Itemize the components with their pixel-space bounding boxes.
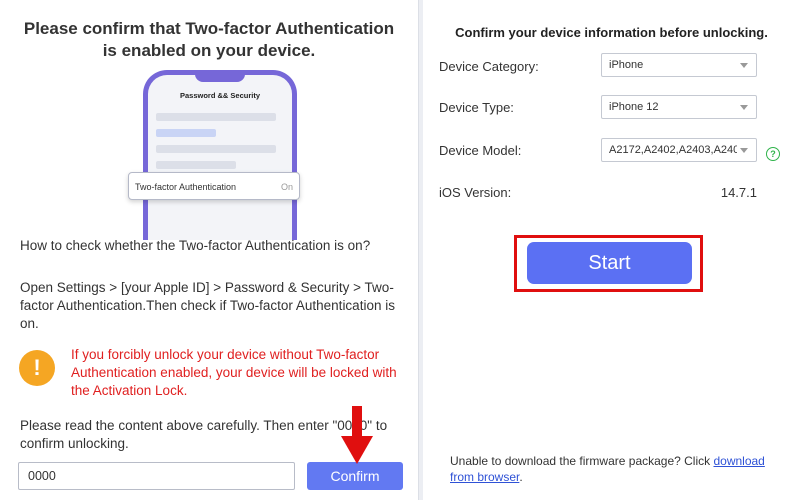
device-category-value: iPhone bbox=[609, 59, 644, 71]
device-model-select[interactable]: A2172,A2402,A2403,A2404 bbox=[601, 138, 757, 162]
instructions-text: Open Settings > [your Apple ID] > Passwo… bbox=[20, 280, 395, 331]
phone-row bbox=[156, 161, 236, 169]
device-info-panel: Confirm your device information before u… bbox=[423, 0, 800, 500]
chevron-down-icon bbox=[740, 105, 748, 110]
phone-notch bbox=[195, 75, 245, 82]
device-model-label: Device Model: bbox=[439, 143, 522, 158]
device-info-title: Confirm your device information before u… bbox=[455, 25, 768, 40]
how-to-question: How to check whether the Two-factor Auth… bbox=[20, 238, 371, 253]
phone-illustration: Password && Security bbox=[143, 70, 297, 240]
device-type-label: Device Type: bbox=[439, 100, 514, 115]
chevron-down-icon bbox=[740, 148, 748, 153]
help-icon[interactable]: ? bbox=[766, 147, 780, 161]
red-arrow-annotation-icon bbox=[341, 406, 373, 464]
device-category-select[interactable]: iPhone bbox=[601, 53, 757, 77]
firmware-note-end: . bbox=[519, 470, 523, 484]
device-type-select[interactable]: iPhone 12 bbox=[601, 95, 757, 119]
start-button[interactable]: Start bbox=[527, 242, 692, 284]
two-factor-confirm-panel: Please confirm that Two-factor Authentic… bbox=[0, 0, 419, 500]
confirm-button[interactable]: Confirm bbox=[307, 462, 403, 490]
firmware-note: Unable to download the firmware package?… bbox=[450, 453, 785, 485]
ios-version-value: 14.7.1 bbox=[720, 185, 757, 200]
device-type-value: iPhone 12 bbox=[609, 101, 659, 113]
warning-icon: ! bbox=[19, 350, 55, 386]
callout-value: On bbox=[280, 182, 293, 192]
firmware-note-text: Unable to download the firmware package?… bbox=[450, 454, 714, 468]
device-model-value: A2172,A2402,A2403,A2404 bbox=[609, 144, 737, 156]
phone-row bbox=[156, 113, 276, 121]
chevron-down-icon bbox=[740, 63, 748, 68]
phone-row bbox=[156, 129, 216, 137]
confirm-code-input[interactable] bbox=[18, 462, 295, 490]
warning-text: If you forcibly unlock your device witho… bbox=[71, 347, 397, 398]
two-factor-callout: Two-factor Authentication On bbox=[128, 172, 300, 200]
phone-row bbox=[156, 145, 276, 153]
ios-version-label: iOS Version: bbox=[439, 185, 512, 200]
phone-screen-header: Password && Security bbox=[179, 91, 261, 100]
device-category-label: Device Category: bbox=[439, 59, 539, 74]
callout-label: Two-factor Authentication bbox=[135, 182, 237, 192]
panel-title: Please confirm that Two-factor Authentic… bbox=[23, 19, 395, 60]
